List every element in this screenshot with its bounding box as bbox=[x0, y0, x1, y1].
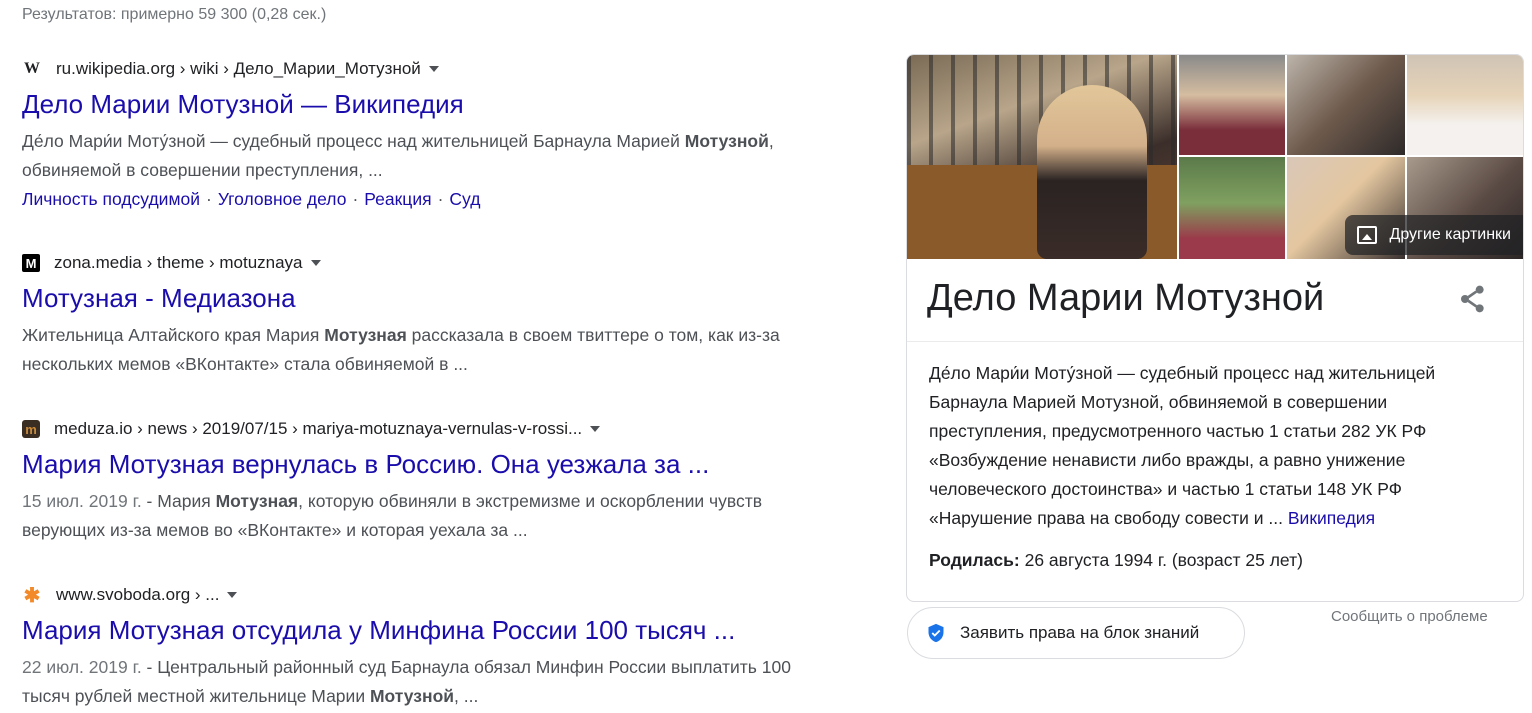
born-fact: Родилась: 26 августа 1994 г. (возраст 25… bbox=[929, 550, 1303, 571]
result-url[interactable]: ru.wikipedia.org › wiki › Дело_Марии_Мот… bbox=[56, 59, 421, 79]
result-title[interactable]: Мария Мотузная вернулась в Россию. Она у… bbox=[22, 448, 842, 480]
result-snippet: Де́ло Мари́и Моту́зной — судебный процес… bbox=[22, 127, 842, 185]
results-stats: Результатов: примерно 59 300 (0,28 сек.) bbox=[22, 6, 327, 23]
result-date: 15 июл. 2019 г. bbox=[22, 491, 142, 511]
result-url[interactable]: zona.media › theme › motuznaya bbox=[54, 253, 303, 273]
description-text: Де́ло Мари́и Моту́зной — судебный процес… bbox=[929, 363, 1436, 528]
fact-label[interactable]: Родилась: bbox=[929, 550, 1020, 570]
feedback-link[interactable]: Сообщить о проблеме bbox=[1331, 608, 1488, 625]
result-url[interactable]: www.svoboda.org › ... bbox=[56, 585, 219, 605]
thumbnail-image[interactable] bbox=[1179, 55, 1285, 155]
image-detail bbox=[1037, 85, 1147, 259]
thumbnail-image[interactable] bbox=[1407, 55, 1523, 155]
share-icon[interactable] bbox=[1457, 283, 1489, 315]
verified-badge-icon bbox=[928, 623, 944, 643]
snippet-highlight: Мотузная bbox=[324, 325, 407, 345]
mediazona-favicon-icon: M bbox=[22, 254, 40, 272]
snippet-text: , ... bbox=[454, 686, 479, 706]
meduza-favicon-icon: m bbox=[22, 420, 40, 438]
search-result: W ru.wikipedia.org › wiki › Дело_Марии_М… bbox=[22, 58, 842, 213]
snippet-text: Жительница Алтайского края Мария bbox=[22, 325, 325, 345]
snippet-highlight: Мотузной bbox=[684, 131, 769, 151]
separator: · bbox=[206, 189, 212, 209]
claim-label: Заявить права на блок знаний bbox=[960, 623, 1200, 642]
sitelink[interactable]: Реакция bbox=[364, 189, 431, 209]
thumbnail-image[interactable] bbox=[1179, 157, 1285, 259]
snippet-highlight: Мотузная bbox=[215, 491, 299, 511]
result-date: 22 июл. 2019 г. bbox=[22, 657, 142, 677]
sitelink[interactable]: Уголовное дело bbox=[218, 189, 347, 209]
panel-description: Де́ло Мари́и Моту́зной — судебный процес… bbox=[929, 359, 1509, 533]
search-result: m meduza.io › news › 2019/07/15 › mariya… bbox=[22, 418, 842, 545]
result-cite[interactable]: ✱ www.svoboda.org › ... bbox=[22, 584, 842, 607]
chevron-down-icon[interactable] bbox=[310, 260, 321, 266]
result-snippet: 22 июл. 2019 г. - Центральный районный с… bbox=[22, 653, 842, 711]
chevron-down-icon[interactable] bbox=[590, 426, 601, 432]
chevron-down-icon[interactable] bbox=[227, 592, 238, 598]
image-gallery: Другие картинки bbox=[907, 55, 1523, 259]
panel-title: Дело Марии Мотузной bbox=[927, 277, 1325, 319]
thumbnail-image[interactable] bbox=[1287, 55, 1405, 155]
more-images-button[interactable]: Другие картинки bbox=[1345, 215, 1523, 255]
search-result: M zona.media › theme › motuznaya Мотузна… bbox=[22, 252, 842, 379]
result-url[interactable]: meduza.io › news › 2019/07/15 › mariya-m… bbox=[54, 419, 582, 439]
image-icon bbox=[1357, 226, 1378, 244]
result-title[interactable]: Мария Мотузная отсудила у Минфина России… bbox=[22, 614, 842, 646]
result-snippet: 15 июл. 2019 г. - Мария Мотузная, котору… bbox=[22, 487, 842, 545]
result-snippet: Жительница Алтайского края Мария Мотузна… bbox=[22, 321, 842, 379]
search-result: ✱ www.svoboda.org › ... Мария Мотузная о… bbox=[22, 584, 842, 711]
fact-value: 26 августа 1994 г. (возраст 25 лет) bbox=[1019, 550, 1303, 570]
result-cite[interactable]: W ru.wikipedia.org › wiki › Дело_Марии_М… bbox=[22, 58, 842, 80]
knowledge-panel: Другие картинки Дело Марии Мотузной Де́л… bbox=[906, 54, 1524, 602]
sitelink[interactable]: Суд bbox=[449, 189, 480, 209]
divider bbox=[907, 341, 1523, 342]
sitelinks: Личность подсудимой · Уголовное дело · Реакц… bbox=[22, 185, 842, 213]
snippet-text: Де́ло Мари́и Моту́зной — судебный процес… bbox=[22, 131, 685, 151]
separator: · bbox=[437, 189, 444, 209]
result-title[interactable]: Мотузная - Медиазона bbox=[22, 282, 842, 314]
snippet-highlight: Мотузной bbox=[369, 686, 455, 706]
sitelink[interactable]: Личность подсудимой bbox=[22, 189, 200, 209]
main-image[interactable] bbox=[907, 55, 1177, 259]
svoboda-favicon-icon: ✱ bbox=[23, 584, 41, 607]
separator: · bbox=[352, 189, 359, 209]
chevron-down-icon[interactable] bbox=[428, 66, 439, 72]
claim-panel-button[interactable]: Заявить права на блок знаний bbox=[907, 607, 1245, 659]
result-cite[interactable]: M zona.media › theme › motuznaya bbox=[22, 252, 842, 274]
more-images-label: Другие картинки bbox=[1389, 226, 1511, 243]
source-link[interactable]: Википедия bbox=[1288, 508, 1375, 528]
snippet-text: - Мария bbox=[141, 491, 216, 511]
result-cite[interactable]: m meduza.io › news › 2019/07/15 › mariya… bbox=[22, 418, 842, 440]
wikipedia-favicon-icon: W bbox=[24, 60, 40, 77]
result-title[interactable]: Дело Марии Мотузной — Википедия bbox=[22, 88, 842, 120]
